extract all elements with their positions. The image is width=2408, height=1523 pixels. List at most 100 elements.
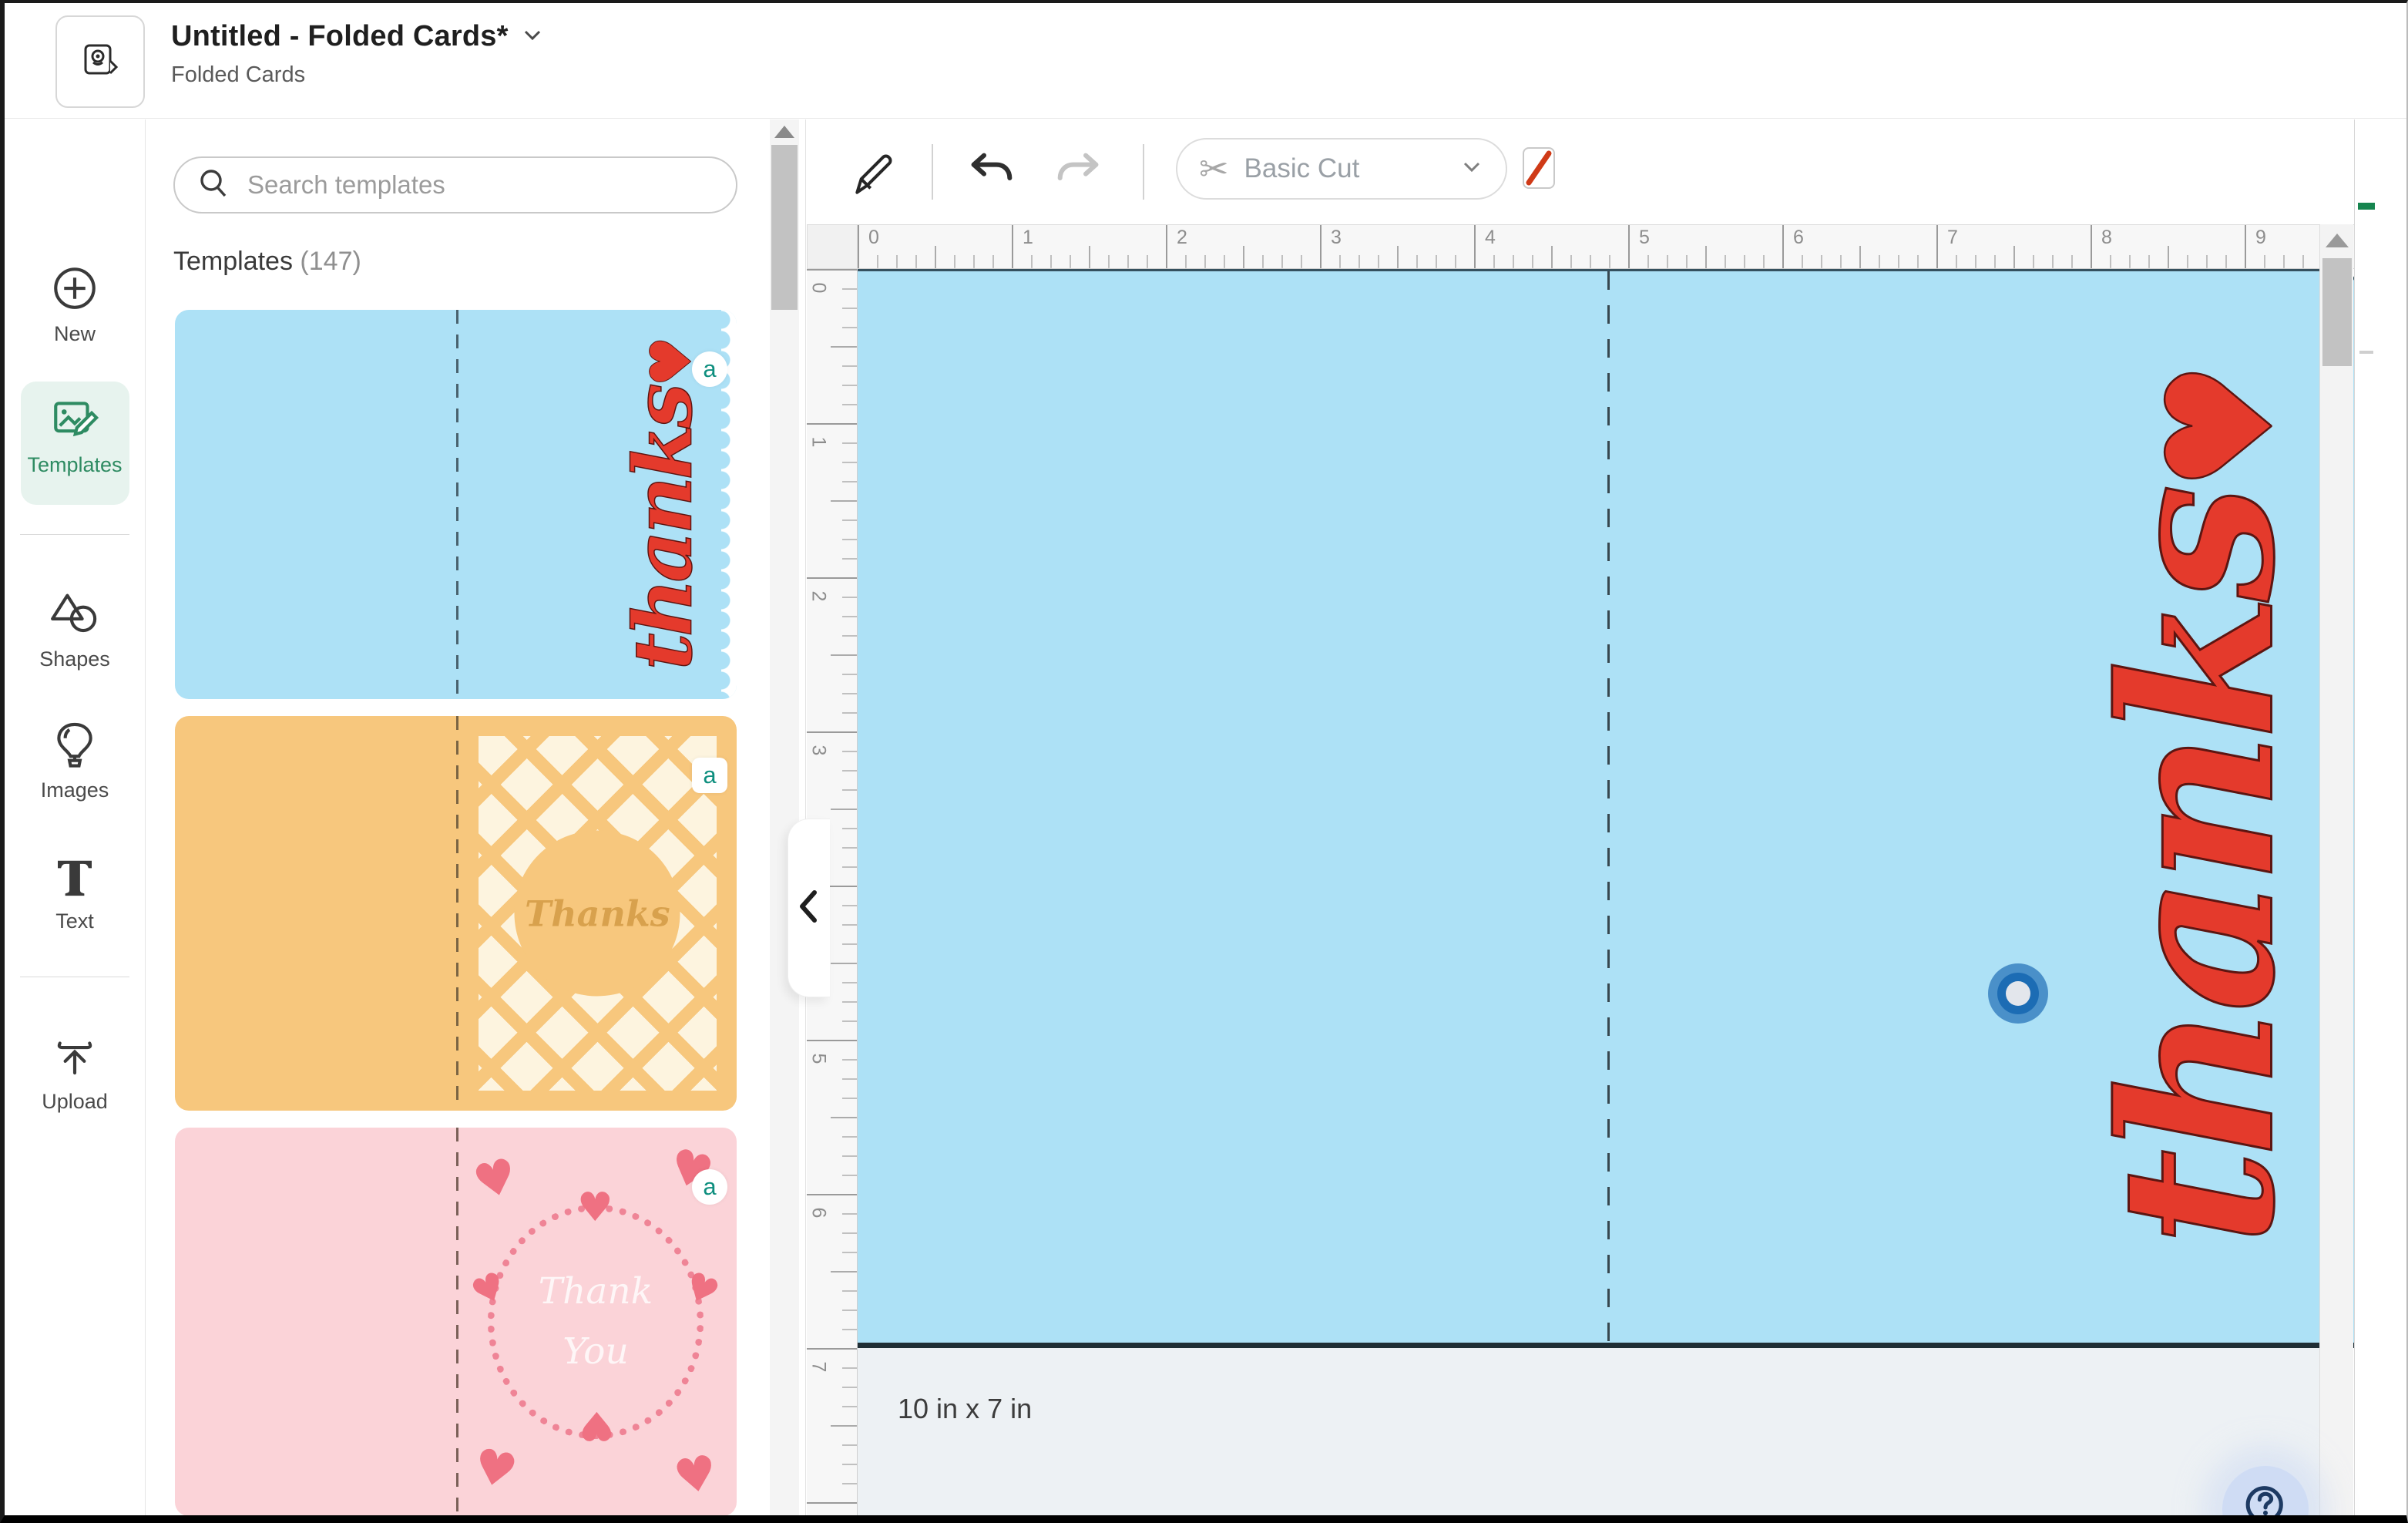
sidebar-item-label: Templates bbox=[17, 453, 133, 477]
design-app-window: Untitled - Folded Cards* Folded Cards Ne… bbox=[0, 0, 2408, 1523]
text-icon bbox=[17, 850, 133, 905]
heart-shape: ♥ bbox=[469, 1437, 522, 1501]
fold-line bbox=[456, 716, 458, 1111]
scroll-up-arrow-icon[interactable] bbox=[2326, 234, 2349, 247]
sidebar-item-label: Upload bbox=[17, 1090, 133, 1114]
card-thank-you-text: Thank You bbox=[488, 1226, 704, 1427]
plus-circle-icon bbox=[17, 263, 133, 318]
sidebar-item-label: Shapes bbox=[17, 647, 133, 671]
card-thanks-medallion: Thanks bbox=[515, 831, 680, 997]
heart-shape: ♥ bbox=[577, 1185, 613, 1231]
project-subtitle: Folded Cards bbox=[171, 62, 546, 88]
edit-pencil-button[interactable] bbox=[841, 141, 902, 203]
access-badge: a bbox=[692, 758, 727, 793]
scrollbar-thumb[interactable] bbox=[2322, 258, 2352, 366]
ruler-number: 2 bbox=[807, 591, 829, 602]
ruler-number: 7 bbox=[807, 1362, 829, 1373]
ruler-number: 1 bbox=[1023, 227, 1033, 249]
operation-type-dropdown[interactable]: ✂ Basic Cut bbox=[1176, 138, 1507, 200]
ruler-number: 1 bbox=[807, 437, 829, 448]
grommet-circle[interactable] bbox=[1988, 963, 2048, 1024]
toolbar-divider bbox=[1143, 144, 1144, 200]
heart-shape: ♥ bbox=[468, 1146, 523, 1211]
left-nav-rail: New Templates Shapes bbox=[5, 119, 146, 1515]
sidebar-item-text[interactable]: Text bbox=[17, 850, 133, 933]
templates-heading: Templates (147) bbox=[173, 247, 361, 277]
grommet-ring bbox=[1997, 973, 2039, 1014]
project-title[interactable]: Untitled - Folded Cards* bbox=[171, 20, 509, 53]
ruler-number: 5 bbox=[807, 1054, 829, 1064]
template-card-thanks-lattice[interactable]: Thanks a bbox=[175, 716, 737, 1111]
templates-icon bbox=[17, 394, 133, 449]
templates-scrollbar[interactable] bbox=[770, 119, 799, 1515]
sidebar-item-label: Images bbox=[17, 778, 133, 802]
template-search-box[interactable] bbox=[173, 156, 737, 213]
grommet-center bbox=[2006, 981, 2030, 1006]
toolbar-divider bbox=[932, 144, 933, 200]
ruler-number: 3 bbox=[1331, 227, 1342, 249]
ruler-number: 6 bbox=[807, 1208, 829, 1219]
sidebar-item-new[interactable]: New bbox=[17, 263, 133, 346]
app-header: Untitled - Folded Cards* Folded Cards bbox=[5, 3, 2406, 119]
sidebar-item-images[interactable]: Images bbox=[17, 719, 133, 802]
canvas-toolbar: ✂ Basic Cut bbox=[807, 119, 2406, 224]
green-indicator-dash bbox=[2358, 203, 2375, 210]
ruler-corner bbox=[807, 224, 858, 269]
access-badge: a bbox=[692, 1169, 727, 1205]
mat-dimension-label: 10 in x 7 in bbox=[898, 1393, 1032, 1425]
folded-card-artboard[interactable]: thanks♥ bbox=[858, 269, 2358, 1348]
question-bubble-icon bbox=[2240, 1482, 2291, 1523]
ruler-number: 9 bbox=[2255, 227, 2266, 249]
sidebar-item-templates[interactable]: Templates bbox=[17, 394, 133, 477]
scrollbar-thumb[interactable] bbox=[771, 145, 798, 310]
line-color-swatch[interactable] bbox=[1523, 147, 1555, 189]
folded-card-logo-icon bbox=[78, 38, 123, 86]
home-logo-button[interactable] bbox=[55, 15, 145, 108]
search-icon bbox=[196, 166, 230, 204]
ruler-h-numbers: 0 1 2 3 4 5 6 7 8 9 bbox=[858, 225, 2358, 268]
access-badge: a bbox=[692, 351, 727, 387]
ruler-horizontal: 0 1 2 3 4 5 6 7 8 9 bbox=[858, 224, 2358, 269]
redo-button[interactable] bbox=[1049, 141, 1110, 203]
title-chevron-down-icon[interactable] bbox=[519, 25, 546, 48]
panel-collapse-tab[interactable] bbox=[788, 819, 830, 997]
template-card-thanks-blue[interactable]: thanks♥ a bbox=[175, 310, 737, 699]
canvas-scrollbar[interactable] bbox=[2319, 224, 2353, 1515]
ruler-number: 0 bbox=[807, 283, 829, 294]
sidebar-item-upload[interactable]: Upload bbox=[17, 1030, 133, 1114]
chevron-left-icon bbox=[794, 886, 824, 930]
ruler-number: 8 bbox=[2101, 227, 2112, 249]
search-input[interactable] bbox=[247, 170, 679, 200]
sidebar-item-shapes[interactable]: Shapes bbox=[17, 588, 133, 671]
chevron-down-icon bbox=[1459, 159, 1484, 180]
fold-line bbox=[456, 1128, 458, 1516]
ruler-number: 7 bbox=[1947, 227, 1958, 249]
templates-panel: Templates (147) thanks♥ a Thanks a ♥ ♥ ♥ bbox=[146, 119, 806, 1515]
ruler-number: 4 bbox=[1485, 227, 1496, 249]
nav-divider bbox=[20, 534, 129, 535]
operation-type-label: Basic Cut bbox=[1244, 153, 1444, 184]
canvas-area: ✂ Basic Cut 0 1 2 3 4 5 6 7 8 9 0 1 2 3 4 5 6 7 thanks♥ bbox=[807, 119, 2406, 1515]
thanks-artwork[interactable]: thanks♥ bbox=[2071, 294, 2326, 1320]
lattice-pattern: Thanks bbox=[479, 736, 717, 1091]
ruler-number: 2 bbox=[1177, 227, 1187, 249]
template-card-thank-you-wreath[interactable]: ♥ ♥ ♥ ♥ ♥ ♥ ♥ ♥ Thank You a bbox=[175, 1128, 737, 1516]
fold-line bbox=[1607, 271, 1610, 1343]
sidebar-item-label: New bbox=[17, 322, 133, 346]
ruler-number: 3 bbox=[807, 745, 829, 756]
gray-indicator-dash bbox=[2359, 351, 2373, 354]
fold-line bbox=[456, 310, 458, 699]
upload-icon bbox=[17, 1030, 133, 1085]
scissors-icon: ✂ bbox=[1199, 148, 1229, 190]
project-title-block: Untitled - Folded Cards* Folded Cards bbox=[171, 20, 546, 88]
sidebar-item-label: Text bbox=[17, 909, 133, 933]
ruler-number: 5 bbox=[1639, 227, 1650, 249]
undo-button[interactable] bbox=[959, 141, 1021, 203]
window-right-strip bbox=[2354, 119, 2406, 1515]
balloon-icon bbox=[17, 719, 133, 774]
ruler-number: 0 bbox=[868, 227, 879, 249]
ruler-number: 6 bbox=[1793, 227, 1804, 249]
heart-shape: ♥ bbox=[670, 1444, 721, 1507]
templates-count: (147) bbox=[300, 247, 361, 276]
scroll-up-arrow-icon[interactable] bbox=[774, 126, 794, 138]
